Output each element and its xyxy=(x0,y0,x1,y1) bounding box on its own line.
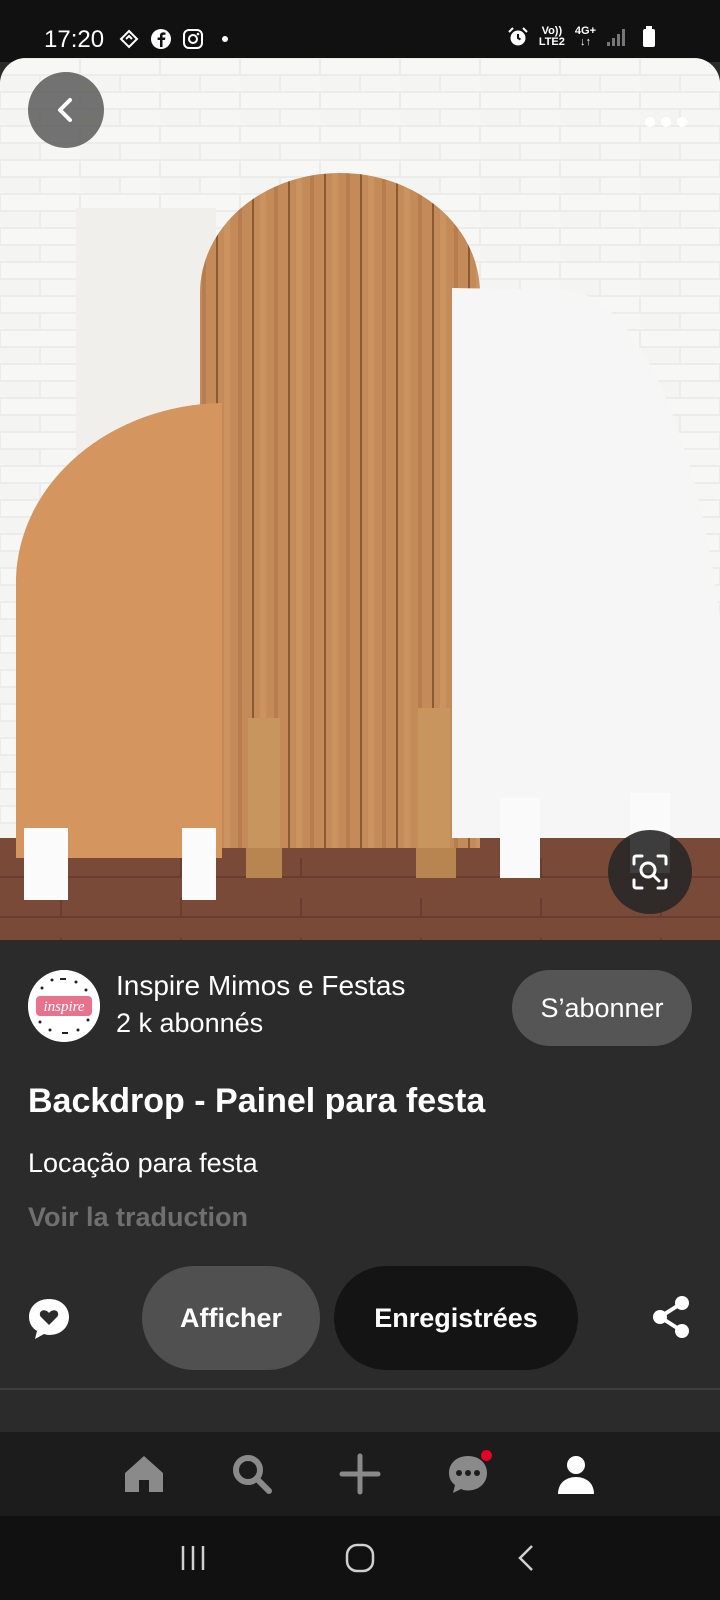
share-icon xyxy=(653,1296,689,1338)
nav-messages[interactable] xyxy=(442,1448,494,1500)
section-divider xyxy=(0,1388,720,1390)
back-button[interactable] xyxy=(28,72,104,148)
notification-dot xyxy=(481,1450,492,1461)
status-left-icons xyxy=(118,28,236,50)
avatar-text: inspire xyxy=(43,999,84,1015)
profile-icon xyxy=(558,1456,594,1494)
network-4g: 4G+ ↓↑ xyxy=(574,25,596,48)
search-icon xyxy=(233,1455,272,1494)
saved-button[interactable]: Enregistrées xyxy=(334,1266,578,1370)
status-bar: 17:20 Vo)) LTE2 4G+ ↓↑ xyxy=(0,0,720,62)
creator-avatar[interactable]: inspire xyxy=(28,970,100,1042)
nav-app-icon xyxy=(118,28,140,50)
lte-label: LTE2 xyxy=(538,36,565,48)
chevron-left-icon xyxy=(58,98,72,122)
facebook-icon xyxy=(150,28,172,50)
bottom-nav xyxy=(0,1432,720,1516)
comment-heart-icon xyxy=(29,1299,69,1339)
subscribe-button[interactable]: S’abonner xyxy=(512,970,692,1046)
pin-title: Backdrop - Painel para festa xyxy=(28,1082,486,1120)
home-icon xyxy=(125,1456,163,1492)
recent-apps-button[interactable] xyxy=(163,1528,223,1588)
more-options-button[interactable] xyxy=(636,102,696,142)
visual-search-button[interactable] xyxy=(608,830,692,914)
pin-image[interactable] xyxy=(0,58,720,940)
backdrop-photo xyxy=(0,58,720,940)
home-button[interactable] xyxy=(330,1528,390,1588)
translate-link[interactable]: Voir la traduction xyxy=(28,1202,248,1233)
show-button[interactable]: Afficher xyxy=(142,1266,320,1370)
alarm-icon xyxy=(507,26,529,48)
network-label: Vo)) LTE2 xyxy=(539,26,565,48)
nav-profile[interactable] xyxy=(550,1448,602,1500)
nav-search[interactable] xyxy=(226,1448,278,1500)
4g-label: 4G+ xyxy=(574,25,596,37)
signal-icon xyxy=(606,26,628,48)
avatar-logo: inspire xyxy=(28,970,100,1042)
status-right-icons: Vo)) LTE2 4G+ ↓↑ xyxy=(507,26,660,48)
dot-icon xyxy=(214,28,236,50)
creator-name[interactable]: Inspire Mimos e Festas xyxy=(116,970,405,1002)
battery-icon xyxy=(638,26,660,48)
comment-button[interactable] xyxy=(26,1296,72,1342)
nav-home[interactable] xyxy=(118,1448,170,1500)
status-time: 17:20 xyxy=(44,26,105,53)
creator-followers: 2 k abonnés xyxy=(116,1008,264,1038)
more-dot-icon xyxy=(661,117,671,127)
instagram-icon xyxy=(182,28,204,50)
system-back-button[interactable] xyxy=(497,1528,557,1588)
recents-icon xyxy=(182,1546,205,1570)
pin-description: Locação para festa xyxy=(28,1148,258,1178)
pin-info: inspire Inspire Mimos e Festas 2 k abonn… xyxy=(0,940,720,1430)
nav-create[interactable] xyxy=(334,1448,386,1500)
share-button[interactable] xyxy=(648,1294,694,1340)
system-nav xyxy=(0,1516,720,1600)
home-circle-icon xyxy=(345,1543,375,1573)
back-chevron-icon xyxy=(517,1545,533,1571)
more-dot-icon xyxy=(677,117,687,127)
plus-icon xyxy=(339,1453,381,1495)
lens-icon xyxy=(632,854,668,890)
more-dot-icon xyxy=(645,117,655,127)
